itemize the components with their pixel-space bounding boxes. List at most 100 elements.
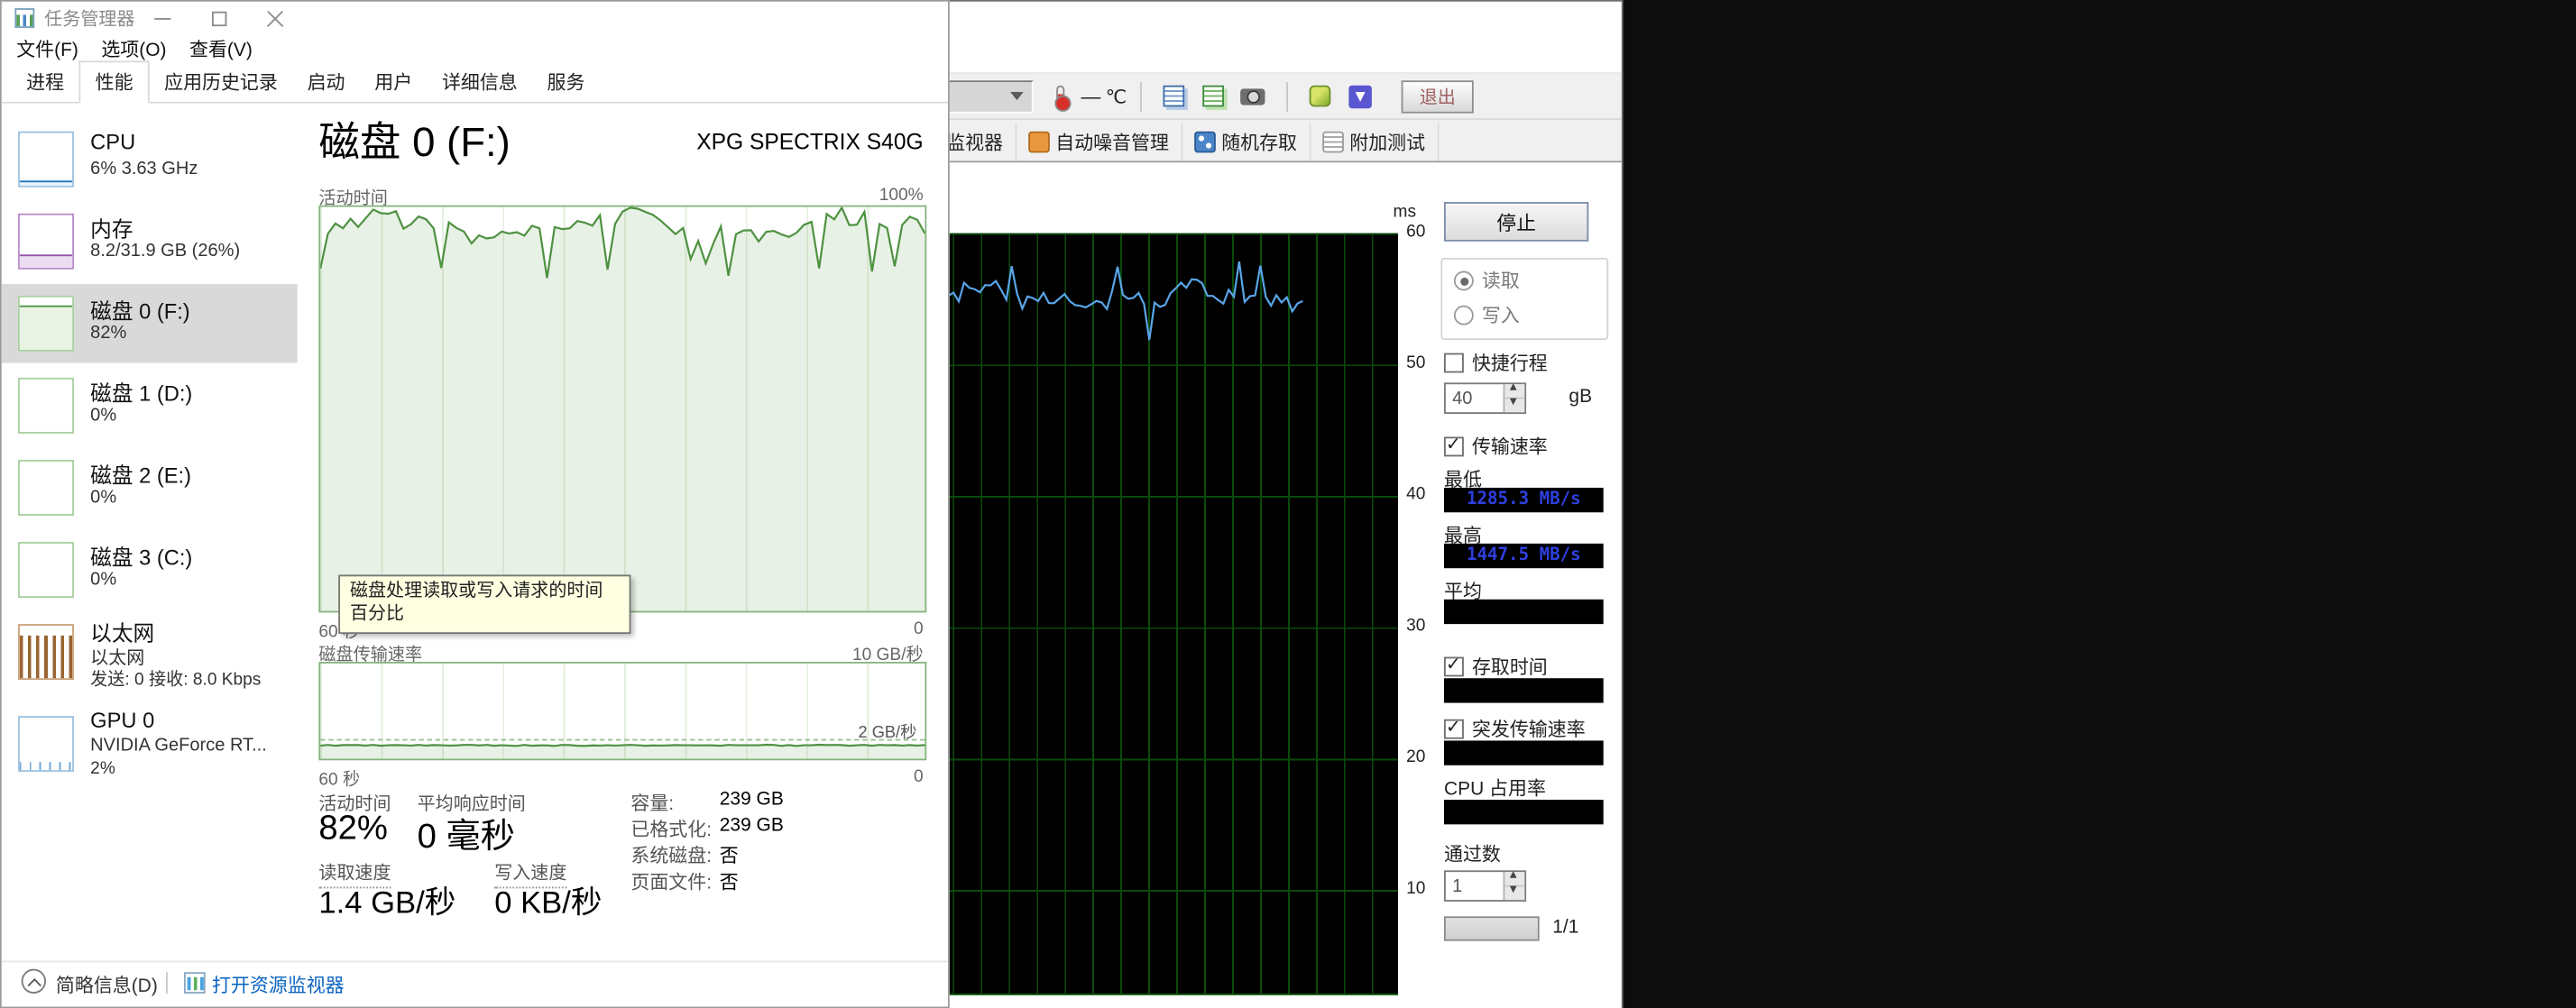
- y2-tick: 20: [1406, 747, 1426, 767]
- y2-axis-unit: ms: [1393, 202, 1417, 222]
- active-time-chart-scale: 100%: [879, 185, 924, 206]
- spin-down-icon[interactable]: [1504, 398, 1525, 413]
- capacity-value: 239 GB: [719, 790, 784, 810]
- menu-file[interactable]: 文件(F): [5, 34, 89, 64]
- thermometer-icon: [1053, 85, 1071, 112]
- toolbar-separator: [1139, 81, 1142, 111]
- fewer-details-toggle[interactable]: 简略信息(D): [56, 972, 158, 998]
- access-time-checkbox[interactable]: 存取时间: [1444, 654, 1548, 680]
- menu-view[interactable]: 查看(V): [178, 34, 263, 64]
- burst-rate-value: [1444, 740, 1604, 765]
- minimize-button[interactable]: [134, 2, 190, 34]
- formatted-label: 已格式化:: [630, 820, 713, 841]
- scale-marker-label: 2 GB/秒: [858, 724, 917, 743]
- ethernet-mini-chart: [18, 624, 74, 681]
- short-stroke-unit-label: gB: [1569, 387, 1593, 408]
- tab-services[interactable]: 服务: [532, 62, 600, 102]
- footer-divider: [1, 960, 948, 963]
- menu-options[interactable]: 选项(O): [90, 34, 179, 64]
- dropdown-arrow-icon: [1010, 91, 1024, 101]
- transfer-rate-chart: 2 GB/秒: [318, 662, 927, 761]
- extra-tests-icon: [1321, 131, 1343, 153]
- sidebar-item-disk3[interactable]: 磁盘 3 (C:) 0%: [2, 530, 298, 609]
- tab-details[interactable]: 详细信息: [428, 62, 533, 102]
- y2-tick: 10: [1406, 878, 1426, 899]
- chevron-up-icon[interactable]: [21, 968, 46, 994]
- avg-speed-value: [1444, 599, 1604, 625]
- write-speed-value: 0 KB/秒: [494, 886, 603, 921]
- close-button[interactable]: [246, 2, 302, 34]
- active-time-chart-svg: [320, 206, 925, 611]
- min-speed-value: 1285.3 MB/s: [1444, 487, 1604, 513]
- short-stroke-checkbox[interactable]: 快捷行程: [1444, 350, 1548, 376]
- tab-random-access[interactable]: 随机存取: [1182, 123, 1311, 161]
- sidebar-item-disk2[interactable]: 磁盘 2 (E:) 0%: [2, 448, 298, 527]
- pass-count-label: 通过数: [1444, 846, 1501, 866]
- tab-startup[interactable]: 启动: [292, 62, 360, 102]
- exit-button[interactable]: 退出: [1401, 79, 1474, 113]
- burst-rate-checkbox[interactable]: 突发传输速率: [1444, 716, 1586, 742]
- copy-report-icon: [1164, 85, 1185, 107]
- disk0-mini-chart: [18, 295, 74, 352]
- toolbar-separator: [1286, 81, 1288, 111]
- stop-button[interactable]: 停止: [1444, 202, 1589, 242]
- taskmgr-app-icon: [14, 8, 35, 28]
- tab-app-history[interactable]: 应用历史记录: [150, 62, 292, 102]
- copy-report-button[interactable]: [1155, 78, 1194, 115]
- aam-icon: [1027, 131, 1049, 153]
- sidebar-item-cpu[interactable]: CPU 6% 3.63 GHz: [2, 120, 298, 198]
- copy-color-report-button[interactable]: [1194, 78, 1234, 115]
- radio-icon: [1453, 305, 1474, 325]
- scale-marker-line: [320, 738, 925, 741]
- tab-performance[interactable]: 性能: [78, 60, 150, 104]
- maximize-button[interactable]: [190, 2, 246, 34]
- download-arrow-icon: [1348, 84, 1372, 108]
- pagefile-value: 否: [719, 873, 739, 893]
- pass-count-spinner[interactable]: 1: [1444, 870, 1527, 902]
- maximize-icon: [211, 10, 226, 26]
- sidebar-item-disk0[interactable]: 磁盘 0 (F:) 82%: [1, 284, 298, 363]
- write-radio[interactable]: 写入: [1453, 302, 1520, 328]
- y2-tick: 50: [1406, 353, 1426, 373]
- radio-selected-icon: [1453, 270, 1474, 291]
- sidebar-item-ethernet[interactable]: 以太网 以太网 发送: 0 接收: 8.0 Kbps: [2, 612, 298, 701]
- memory-mini-chart: [18, 213, 74, 270]
- taskmgr-window-title: 任务管理器: [44, 9, 135, 30]
- screenshot-camera-button[interactable]: [1234, 78, 1274, 115]
- resource-monitor-icon: [183, 972, 206, 994]
- tab-processes[interactable]: 进程: [12, 62, 79, 102]
- capacity-label: 容量:: [630, 794, 675, 815]
- update-download-button[interactable]: [1340, 78, 1380, 115]
- copy-color-report-icon: [1203, 85, 1225, 107]
- read-speed-value: 1.4 GB/秒: [318, 886, 456, 921]
- checkbox-checked-icon: [1444, 654, 1464, 677]
- disk1-mini-chart: [18, 377, 74, 434]
- read-radio[interactable]: 读取: [1453, 268, 1520, 294]
- tab-extra-tests[interactable]: 附加测试: [1310, 123, 1439, 161]
- export-button[interactable]: [1301, 78, 1340, 115]
- progress-text: 1/1: [1552, 918, 1579, 939]
- tab-aam[interactable]: 自动噪音管理: [1016, 123, 1182, 161]
- cpu-usage-value: [1444, 800, 1604, 825]
- sidebar-item-gpu[interactable]: GPU 0 NVIDIA GeForce RT... 2%: [2, 704, 298, 793]
- pagefile-label: 页面文件:: [630, 873, 713, 893]
- access-time-value: [1444, 678, 1604, 703]
- formatted-value: 239 GB: [719, 816, 784, 837]
- disk-model: XPG SPECTRIX S40G: [696, 129, 924, 155]
- desktop: HD Tune Pro 5.70 - 硬盘/固态硬盘实用程序 文件(F) 帮助(…: [0, 0, 2576, 1008]
- transfer-rate-checkbox[interactable]: 传输速率: [1444, 434, 1548, 460]
- y2-tick: 60: [1406, 221, 1426, 242]
- tab-users[interactable]: 用户: [360, 62, 428, 102]
- sidebar-item-disk1[interactable]: 磁盘 1 (D:) 0%: [2, 366, 298, 444]
- chart2-x-right: 0: [913, 766, 924, 787]
- checkbox-icon: [1444, 353, 1464, 373]
- open-resource-monitor-link[interactable]: 打开资源监视器: [212, 972, 345, 998]
- temperature-unit: ℃: [1105, 87, 1127, 108]
- chart2-x-left: 60 秒: [318, 770, 361, 791]
- short-stroke-size-spinner[interactable]: 40: [1444, 382, 1527, 414]
- spin-down-icon[interactable]: [1504, 885, 1525, 901]
- y2-tick: 30: [1406, 616, 1426, 636]
- disk2-mini-chart: [18, 459, 74, 516]
- checkbox-checked-icon: [1444, 716, 1464, 739]
- sidebar-item-memory[interactable]: 内存 8.2/31.9 GB (26%): [2, 202, 298, 280]
